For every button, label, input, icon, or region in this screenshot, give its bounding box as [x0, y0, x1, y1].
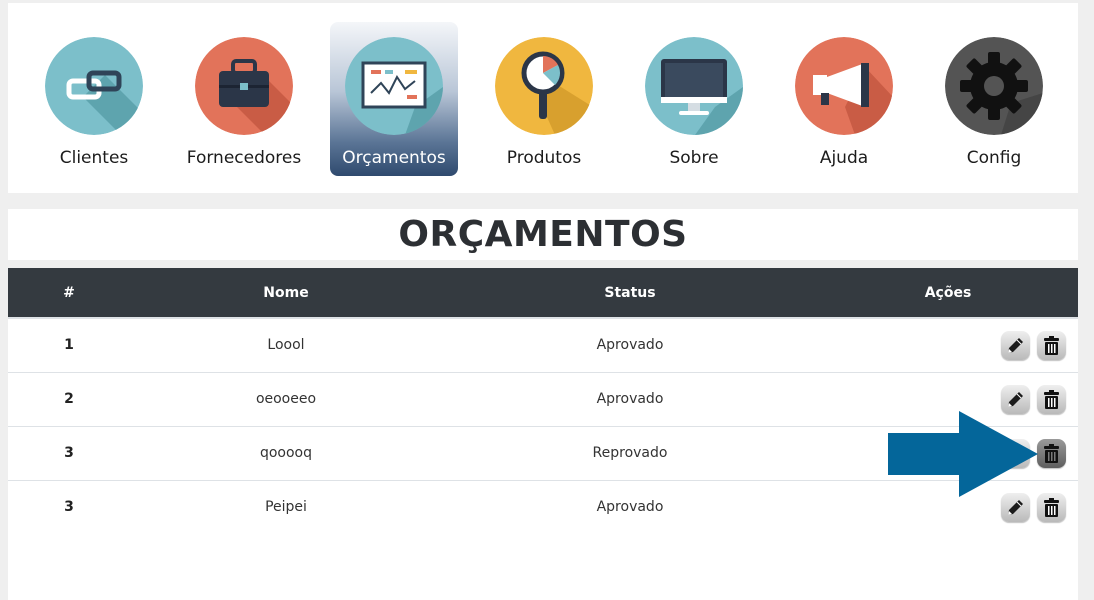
- megaphone-icon: [795, 37, 893, 135]
- main-nav: Clientes Fornecedores Orçamentos Produto…: [8, 3, 1078, 193]
- column-header-number: #: [8, 268, 130, 319]
- row-number: 2: [8, 372, 130, 427]
- briefcase-icon: [195, 37, 293, 135]
- nav-item-config[interactable]: Config: [930, 22, 1058, 176]
- nav-item-fornecedores[interactable]: Fornecedores: [180, 22, 308, 176]
- pencil-icon: [1008, 337, 1023, 353]
- nav-label: Ajuda: [819, 148, 869, 168]
- trash-icon: [1044, 443, 1059, 463]
- nav-item-orcamentos[interactable]: Orçamentos: [330, 22, 458, 176]
- row-number: 1: [8, 318, 130, 373]
- row-actions: [818, 318, 1078, 373]
- edit-button[interactable]: [1001, 492, 1030, 522]
- pencil-icon: [1008, 499, 1023, 515]
- nav-item-sobre[interactable]: Sobre: [630, 22, 758, 176]
- column-header-nome: Nome: [130, 268, 442, 319]
- nav-label: Clientes: [59, 148, 129, 168]
- column-header-status: Status: [442, 268, 818, 319]
- row-nome: Peipei: [265, 499, 307, 516]
- link-chain-icon: [45, 37, 143, 135]
- trash-icon: [1044, 389, 1059, 409]
- delete-button[interactable]: [1037, 492, 1066, 522]
- row-status: Aprovado: [596, 499, 664, 516]
- monitor-icon: [645, 37, 743, 135]
- row-number: 3: [8, 426, 130, 481]
- delete-button[interactable]: [1037, 330, 1066, 360]
- nav-label: Orçamentos: [342, 148, 446, 168]
- nav-item-ajuda[interactable]: Ajuda: [780, 22, 908, 176]
- delete-button[interactable]: [1037, 384, 1066, 414]
- table-header: # Nome Status Ações: [8, 268, 1078, 319]
- edit-button[interactable]: [1001, 384, 1030, 414]
- nav-label: Fornecedores: [186, 148, 302, 168]
- pencil-icon: [1008, 391, 1023, 407]
- edit-button[interactable]: [1001, 330, 1030, 360]
- delete-button[interactable]: [1037, 438, 1066, 468]
- column-header-acoes: Ações: [818, 268, 1078, 319]
- nav-item-produtos[interactable]: Produtos: [480, 22, 608, 176]
- row-nome: oeooeeo: [130, 372, 442, 427]
- trash-icon: [1044, 335, 1059, 355]
- trash-icon: [1044, 497, 1059, 517]
- page-title: ORÇAMENTOS: [398, 214, 688, 255]
- row-status: Aprovado: [442, 318, 818, 373]
- table-row: 1 Loool Aprovado: [8, 318, 1078, 373]
- presentation-chart-icon: [345, 37, 443, 135]
- row-nome: Loool: [130, 318, 442, 373]
- row-status: Aprovado: [442, 372, 818, 427]
- gear-icon: [945, 37, 1043, 135]
- nav-item-clientes[interactable]: Clientes: [30, 22, 158, 176]
- nav-label: Sobre: [669, 148, 719, 168]
- nav-label: Config: [966, 148, 1022, 168]
- row-status: Reprovado: [442, 426, 818, 481]
- magnifier-icon: [495, 37, 593, 135]
- title-bar: ORÇAMENTOS: [8, 209, 1078, 260]
- nav-label: Produtos: [506, 148, 582, 168]
- pointer-arrow-icon: [888, 411, 1038, 497]
- row-nome: qooooq: [130, 426, 442, 481]
- row-number: 3: [64, 499, 74, 516]
